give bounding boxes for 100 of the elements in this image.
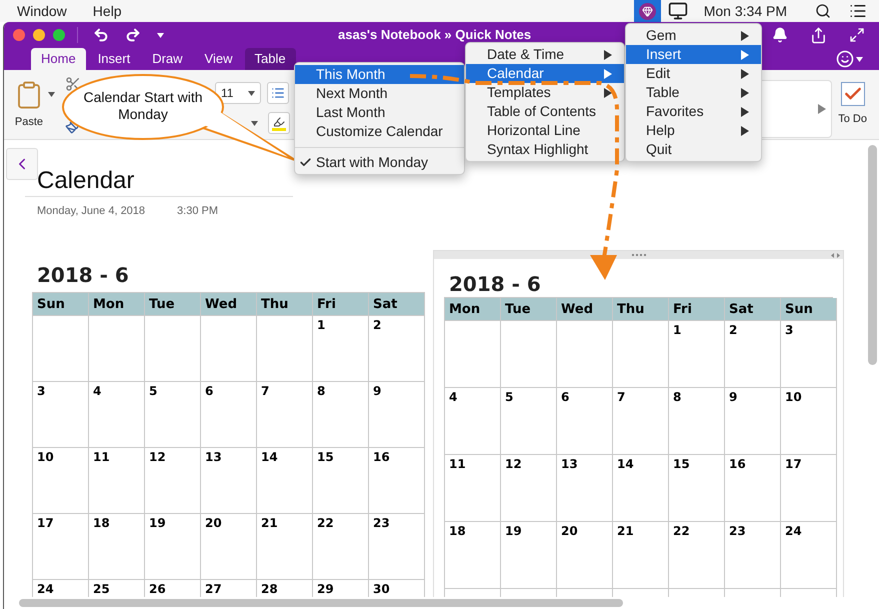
calendar-cell: 17 (33, 514, 89, 580)
font-size-field[interactable]: 11 (215, 82, 261, 104)
menu-item[interactable]: Edit (626, 64, 761, 83)
ribbon-tab[interactable]: Home (31, 48, 86, 70)
zoom-button[interactable] (53, 29, 65, 41)
calendar-cell: 11 (445, 455, 501, 522)
menu-item[interactable]: This Month (295, 65, 464, 84)
window-title: asas's Notebook » Quick Notes (338, 26, 532, 44)
caret-icon[interactable] (157, 32, 164, 38)
bell-icon[interactable] (772, 27, 788, 43)
smiley-icon[interactable] (836, 50, 854, 68)
calendar-cell: 23 (369, 514, 425, 580)
menu-item[interactable]: Start with Monday (295, 153, 464, 172)
calendar-cell: 10 (781, 388, 837, 455)
minimize-button[interactable] (33, 29, 45, 41)
todo-label[interactable]: To Do (838, 111, 867, 128)
expand-icon[interactable] (849, 27, 865, 43)
calendar-title: 2018 - 6 (448, 271, 542, 297)
calendar-cell: 22 (313, 514, 369, 580)
calendar-cell: 20 (557, 522, 613, 589)
page-title: Calendar (37, 166, 134, 196)
todo-checkbox[interactable] (840, 82, 865, 106)
menu-item[interactable]: Last Month (295, 103, 464, 122)
calendar-cell: 6 (557, 388, 613, 455)
scissors-icon[interactable] (65, 76, 81, 92)
menu-item[interactable]: Gem (626, 26, 761, 45)
checkmark-icon (299, 156, 312, 169)
calendar-cell (89, 316, 145, 382)
horizontal-scrollbar[interactable] (19, 599, 623, 607)
list-icon[interactable] (849, 2, 867, 20)
menu-item[interactable]: Table (626, 83, 761, 102)
drag-handle-icon[interactable] (632, 254, 646, 256)
weekday-header: Tue (501, 298, 557, 321)
menu-item[interactable]: Horizontal Line (466, 121, 624, 140)
weekday-header: Thu (613, 298, 669, 321)
menu-item[interactable]: Customize Calendar (295, 122, 464, 141)
menu-bar-item[interactable]: Window (17, 0, 67, 22)
resize-arrows-icon[interactable] (831, 252, 840, 258)
menu-item[interactable]: Help (626, 121, 761, 140)
caret-icon[interactable] (48, 92, 55, 97)
calendar-cell: 8 (313, 382, 369, 448)
page-date: Monday, June 4, 2018 (37, 204, 146, 219)
bullet-list-button[interactable] (267, 82, 289, 104)
clock[interactable]: Mon 3:34 PM (704, 0, 787, 22)
calendar-cell (257, 316, 313, 382)
weekday-header: Fri (313, 293, 369, 316)
highlighter-button[interactable] (268, 112, 290, 134)
menu-item[interactable]: Table of Contents (466, 102, 624, 121)
calendar-title: 2018 - 6 (36, 262, 130, 288)
calendar-cell: 8 (669, 388, 725, 455)
calendar-cell: 13 (557, 455, 613, 522)
menu-item[interactable]: Next Month (295, 84, 464, 103)
calendar-cell: 18 (89, 514, 145, 580)
calendar-cell: 21 (257, 514, 313, 580)
redo-icon[interactable] (125, 27, 141, 43)
bullet-list-icon (271, 86, 285, 100)
caret-icon[interactable] (248, 90, 255, 96)
calendar-cell: 15 (313, 448, 369, 514)
undo-icon[interactable] (93, 27, 109, 43)
calendar-cell: 4 (445, 388, 501, 455)
calendar-cell (613, 321, 669, 388)
scroll-right-icon (818, 104, 826, 114)
close-button[interactable] (13, 29, 25, 41)
weekday-header: Sun (33, 293, 89, 316)
menu-item[interactable]: Quit (626, 140, 761, 159)
calendar-cell: 9 (369, 382, 425, 448)
calendar-cell: 5 (145, 382, 201, 448)
menu-bar-item[interactable]: Help (92, 0, 122, 22)
vertical-scrollbar[interactable] (868, 145, 876, 365)
weekday-header: Wed (557, 298, 613, 321)
menu-item[interactable]: Templates (466, 83, 624, 102)
weekday-header: Sun (781, 298, 837, 321)
caret-icon[interactable] (856, 56, 863, 62)
callout-text: Calendar Start with Monday (83, 89, 203, 123)
ribbon-tab[interactable]: Table (244, 48, 296, 70)
weekday-header: Mon (445, 298, 501, 321)
calendar-cell: 16 (369, 448, 425, 514)
menu-item[interactable]: Syntax Highlight (466, 140, 624, 159)
calendar-cell: 24 (781, 522, 837, 589)
caret-icon[interactable] (251, 120, 258, 126)
share-icon[interactable] (810, 26, 827, 44)
highlighter-icon (273, 116, 285, 128)
calendar-cell (201, 316, 257, 382)
ribbon-tab[interactable]: View (194, 48, 242, 70)
search-icon[interactable] (815, 3, 831, 19)
calendar-cell: 19 (145, 514, 201, 580)
calendar-cell: 14 (257, 448, 313, 514)
calendar-cell: 15 (669, 455, 725, 522)
page-time: 3:30 PM (177, 204, 218, 219)
menu-item[interactable]: Date & Time (466, 45, 624, 64)
gem-status-button[interactable] (634, 0, 661, 22)
weekday-header: Tue (145, 293, 201, 316)
display-icon[interactable] (668, 1, 688, 21)
calendar-cell: 13 (201, 448, 257, 514)
paste-label[interactable]: Paste (14, 114, 44, 130)
menu-item[interactable]: Calendar (466, 64, 624, 83)
ribbon-tab[interactable]: Insert (88, 48, 140, 70)
menu-item[interactable]: Favorites (626, 102, 761, 121)
menu-item[interactable]: Insert (626, 45, 761, 64)
ribbon-tab[interactable]: Draw (142, 48, 193, 70)
